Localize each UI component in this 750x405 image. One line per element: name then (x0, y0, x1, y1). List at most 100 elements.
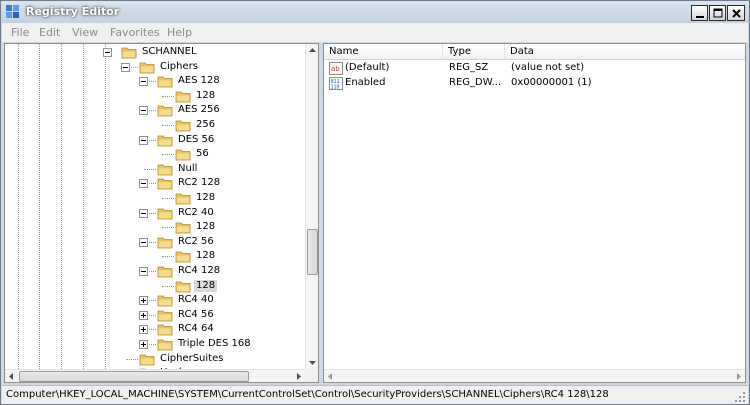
svg-text:ab: ab (331, 65, 340, 73)
collapse-minus-icon[interactable] (139, 135, 148, 145)
tree-node-label: 128 (196, 89, 216, 101)
collapse-minus-icon[interactable] (139, 179, 148, 189)
resize-grip-icon[interactable] (734, 391, 746, 403)
tree-node[interactable]: 256 (175, 118, 305, 133)
scroll-left-arrow-icon[interactable] (324, 370, 337, 383)
folder-icon (157, 76, 173, 88)
menu-view[interactable]: View (72, 26, 98, 39)
tree-node[interactable]: RC4 128 (157, 264, 305, 279)
column-header-name[interactable]: Name (324, 44, 443, 60)
folder-icon (157, 208, 173, 219)
value-type: REG_DW... (449, 77, 501, 88)
tree-vertical-scrollbar[interactable] (305, 44, 318, 369)
tree-node[interactable]: DES 56 (157, 133, 305, 148)
tree-node[interactable]: 128 (175, 89, 305, 104)
tree-node[interactable]: Ciphers (139, 60, 305, 75)
menu-edit[interactable]: Edit (39, 26, 60, 39)
scroll-right-arrow-icon[interactable] (732, 370, 745, 383)
minimize-button[interactable] (691, 5, 708, 21)
tree-guide-line (18, 44, 19, 369)
folder-icon (139, 354, 155, 365)
tree-node-label: 128 (196, 250, 216, 262)
collapse-minus-icon[interactable] (121, 62, 130, 72)
tree-node-label: 128 (196, 192, 216, 203)
collapse-minus-icon[interactable] (139, 106, 148, 116)
tree-node[interactable]: RC4 56 (157, 308, 305, 323)
tree-node-label: AES 128 (178, 75, 220, 87)
scroll-left-arrow-icon[interactable] (5, 370, 18, 383)
registry-editor-icon (6, 5, 19, 18)
tree-horizontal-scroll-thumb[interactable] (19, 371, 249, 382)
tree-node-label: Ciphers (160, 60, 198, 72)
tree-connector-line (162, 154, 174, 156)
tree-node[interactable]: 56 (175, 147, 305, 162)
tree-node[interactable]: Triple DES 168 (157, 337, 305, 352)
value-row-enabled[interactable]: 011 110 Enabled REG_DW... 0x00000001 (1) (324, 76, 745, 91)
tree-node[interactable]: CipherSuites (139, 352, 305, 367)
tree-node[interactable]: Null (157, 162, 305, 177)
maximize-icon (713, 8, 723, 18)
collapse-minus-icon[interactable] (139, 208, 148, 218)
scroll-right-arrow-icon[interactable] (292, 370, 305, 383)
tree-horizontal-scrollbar[interactable] (5, 369, 305, 382)
tree-node[interactable]: 128 (175, 220, 305, 235)
tree-node[interactable]: RC2 56 (157, 235, 305, 250)
expand-plus-icon[interactable] (139, 310, 148, 320)
tree-node[interactable]: SCHANNEL (121, 45, 305, 60)
registry-key-tree[interactable]: SCHANNEL Ciphers AES 128 128 AES 256 256 DES 5… (4, 43, 319, 383)
registry-editor-window: Registry Editor File Edit View Favorites… (0, 0, 750, 405)
tree-node[interactable]: AES 256 (157, 103, 305, 118)
tree-node-label: 256 (196, 119, 216, 130)
tree-node-label: RC4 128 (178, 265, 221, 276)
tree-node-label: RC2 128 (178, 177, 221, 189)
values-horizontal-scrollbar[interactable] (324, 369, 745, 382)
tree-node[interactable]: RC2 128 (157, 176, 305, 191)
expand-plus-icon[interactable] (139, 340, 148, 349)
title-bar[interactable]: Registry Editor (1, 1, 749, 23)
tree-vertical-scroll-thumb[interactable] (307, 229, 318, 275)
tree-connector-line (126, 358, 138, 360)
folder-icon (175, 251, 191, 263)
value-data: 0x00000001 (1) (511, 77, 592, 88)
expand-plus-icon[interactable] (139, 325, 148, 335)
tree-node-label: CipherSuites (160, 352, 224, 364)
string-value-icon: ab (329, 62, 343, 75)
tree-node[interactable]: 128 (175, 249, 305, 264)
menu-file[interactable]: File (11, 26, 29, 39)
tree-node[interactable]: 128 (175, 191, 305, 206)
tree-connector-line (162, 95, 174, 97)
folder-icon (157, 105, 173, 117)
value-row-default[interactable]: ab (Default) REG_SZ (value not set) (324, 61, 745, 76)
maximize-button[interactable] (709, 5, 726, 21)
value-name: (Default) (345, 62, 390, 73)
tree-guide-line (83, 44, 84, 369)
menu-favorites[interactable]: Favorites (110, 26, 160, 39)
tree-node-label: 56 (196, 148, 209, 160)
status-bar: Computer\HKEY_LOCAL_MACHINE\SYSTEM\Curre… (2, 385, 748, 404)
column-header-data[interactable]: Data (505, 44, 745, 60)
tree-node[interactable]: RC4 64 (157, 322, 305, 337)
registry-values-list[interactable]: Name Type Data ab (Default) REG_SZ (valu… (323, 43, 746, 383)
close-button[interactable] (727, 5, 745, 21)
tree-node[interactable]: RC4 40 (157, 293, 305, 308)
menu-help[interactable]: Help (167, 26, 192, 39)
tree-node[interactable]: AES 128 (157, 74, 305, 89)
folder-icon (157, 339, 173, 351)
tree-node-label: RC2 56 (178, 235, 214, 247)
folder-icon (175, 149, 191, 161)
tree-node-label: RC4 40 (178, 294, 214, 306)
tree-node[interactable]: RC2 40 (157, 206, 305, 221)
expand-plus-icon[interactable] (139, 296, 148, 306)
collapse-minus-icon[interactable] (103, 48, 112, 57)
scroll-up-arrow-icon[interactable] (306, 44, 319, 57)
scroll-down-arrow-icon[interactable] (306, 356, 319, 369)
tree-node-label: SCHANNEL (142, 46, 197, 57)
folder-icon (121, 47, 137, 59)
tree-node-label: 128 (194, 279, 218, 292)
folder-icon (139, 62, 155, 73)
collapse-minus-icon[interactable] (139, 237, 148, 247)
column-header-type[interactable]: Type (443, 44, 505, 60)
tree-node[interactable]: 128 (175, 279, 305, 294)
collapse-minus-icon[interactable] (139, 77, 148, 87)
collapse-minus-icon[interactable] (139, 267, 148, 276)
